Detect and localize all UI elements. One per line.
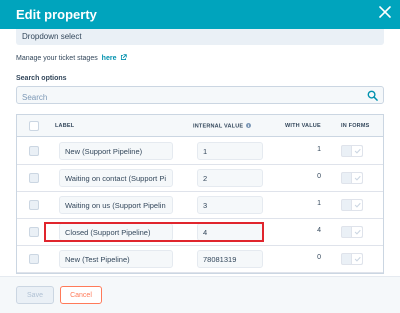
in-forms-toggle[interactable] bbox=[341, 172, 363, 184]
table-header: LABEL INTERNAL VALUE WITH VALUE IN FORMS bbox=[17, 115, 383, 137]
internal-value-input[interactable]: 1 bbox=[197, 142, 263, 160]
dialog-header: Edit property bbox=[0, 0, 400, 29]
check-icon bbox=[354, 229, 361, 235]
table-row: Waiting on us (Support Pipelin 3 1 bbox=[17, 192, 383, 219]
dialog-title: Edit property bbox=[16, 7, 97, 22]
header-internal-value-text: INTERNAL VALUE bbox=[193, 123, 244, 130]
manage-stages-link[interactable]: here bbox=[102, 55, 117, 62]
internal-value-input[interactable]: 3 bbox=[197, 196, 263, 214]
internal-value-input[interactable]: 2 bbox=[197, 169, 263, 187]
field-type-value: Dropdown select bbox=[22, 32, 82, 41]
toggle-knob bbox=[351, 227, 362, 237]
row-checkbox[interactable] bbox=[29, 146, 39, 156]
row-checkbox[interactable] bbox=[29, 200, 39, 210]
options-table: LABEL INTERNAL VALUE WITH VALUE IN FORMS… bbox=[16, 114, 384, 274]
internal-value-input[interactable]: 78081319 bbox=[197, 250, 263, 268]
toggle-knob bbox=[351, 173, 362, 183]
with-value-count: 4 bbox=[317, 227, 321, 234]
check-icon bbox=[354, 148, 361, 154]
manage-stages-text: Manage your ticket stages here bbox=[16, 54, 128, 62]
search-input[interactable] bbox=[17, 89, 347, 106]
with-value-count: 0 bbox=[317, 254, 321, 261]
save-button[interactable]: Save bbox=[16, 286, 54, 304]
highlight-annotation bbox=[44, 222, 264, 242]
external-link-icon[interactable] bbox=[120, 54, 128, 61]
select-all-checkbox[interactable] bbox=[29, 121, 39, 131]
info-icon[interactable] bbox=[246, 123, 251, 128]
table-row: New (Support Pipeline) 1 1 bbox=[17, 138, 383, 165]
header-internal-value: INTERNAL VALUE bbox=[193, 123, 251, 130]
header-in-forms: IN FORMS bbox=[341, 123, 370, 129]
check-icon bbox=[354, 175, 361, 181]
manage-stages-prefix: Manage your ticket stages bbox=[16, 55, 98, 62]
with-value-count: 0 bbox=[317, 173, 321, 180]
with-value-count: 1 bbox=[317, 146, 321, 153]
search-box bbox=[16, 86, 384, 106]
in-forms-toggle[interactable] bbox=[341, 199, 363, 211]
option-label-input[interactable]: Waiting on us (Support Pipelin bbox=[59, 196, 173, 214]
search-icon[interactable] bbox=[367, 90, 378, 101]
field-type-select[interactable]: Dropdown select bbox=[16, 29, 384, 45]
check-icon bbox=[354, 256, 361, 262]
with-value-count: 1 bbox=[317, 200, 321, 207]
toggle-knob bbox=[351, 254, 362, 264]
option-label-input[interactable]: New (Support Pipeline) bbox=[59, 142, 173, 160]
toggle-knob bbox=[351, 200, 362, 210]
in-forms-toggle[interactable] bbox=[341, 226, 363, 238]
table-row: Waiting on contact (Support Pi 2 0 bbox=[17, 165, 383, 192]
check-icon bbox=[354, 202, 361, 208]
toggle-knob bbox=[351, 146, 362, 156]
row-checkbox[interactable] bbox=[29, 254, 39, 264]
row-checkbox[interactable] bbox=[29, 227, 39, 237]
in-forms-toggle[interactable] bbox=[341, 145, 363, 157]
header-with-value: WITH VALUE bbox=[285, 123, 321, 129]
option-label-input[interactable]: Waiting on contact (Support Pi bbox=[59, 169, 173, 187]
in-forms-toggle[interactable] bbox=[341, 253, 363, 265]
table-row: New (Test Pipeline) 78081319 0 bbox=[17, 246, 383, 273]
header-label: LABEL bbox=[55, 123, 75, 129]
search-options-label: Search options bbox=[16, 75, 67, 82]
cancel-button[interactable]: Cancel bbox=[60, 286, 102, 304]
option-label-input[interactable]: New (Test Pipeline) bbox=[59, 250, 173, 268]
close-icon[interactable] bbox=[378, 5, 392, 19]
row-checkbox[interactable] bbox=[29, 173, 39, 183]
